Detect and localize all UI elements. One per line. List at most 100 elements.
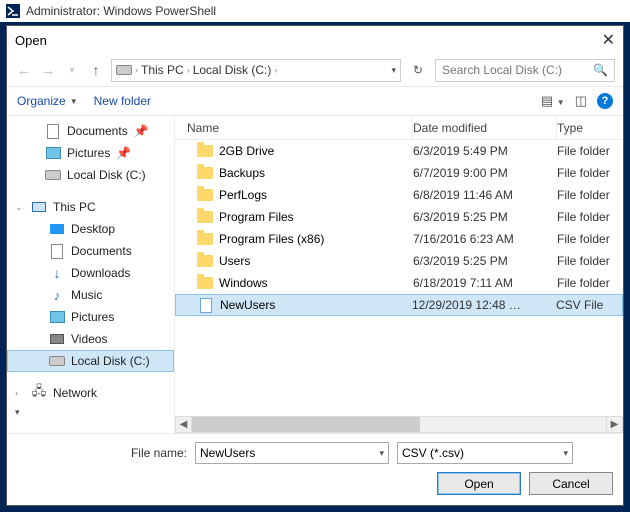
sidebar-item-downloads[interactable]: ↓ Downloads bbox=[7, 262, 174, 284]
dialog-titlebar: Open ✕ bbox=[7, 26, 623, 54]
pin-icon: 📌 bbox=[134, 124, 149, 138]
column-headers: Name Date modified Type bbox=[175, 116, 623, 140]
column-header-date[interactable]: Date modified bbox=[413, 116, 557, 139]
powershell-icon bbox=[6, 4, 20, 18]
search-input[interactable] bbox=[442, 63, 592, 77]
folder-icon bbox=[197, 253, 213, 269]
file-name: Program Files (x86) bbox=[219, 232, 324, 246]
new-folder-button[interactable]: New folder bbox=[94, 94, 151, 108]
file-type: File folder bbox=[557, 232, 623, 246]
preview-pane-button[interactable]: ◫ bbox=[575, 93, 587, 109]
file-type: File folder bbox=[557, 276, 623, 290]
file-date: 12/29/2019 12:48 … bbox=[412, 298, 556, 312]
close-icon[interactable]: ✕ bbox=[602, 30, 615, 50]
pin-icon: 📌 bbox=[116, 146, 131, 160]
pictures-icon bbox=[45, 145, 61, 161]
chevron-down-icon[interactable]: ▾ bbox=[379, 448, 384, 459]
disk-icon bbox=[49, 353, 65, 369]
view-options-button[interactable]: ▤ ▼ bbox=[541, 93, 565, 109]
forward-button[interactable]: → bbox=[39, 62, 57, 79]
file-date: 6/3/2019 5:49 PM bbox=[413, 144, 557, 158]
file-row[interactable]: NewUsers12/29/2019 12:48 …CSV File bbox=[175, 294, 623, 316]
sidebar-item-quick-disk[interactable]: Local Disk (C:) bbox=[7, 164, 174, 186]
powershell-title-text: Administrator: Windows PowerShell bbox=[26, 4, 216, 18]
search-box[interactable]: 🔍 bbox=[435, 59, 615, 82]
file-name: PerfLogs bbox=[219, 188, 267, 202]
chevron-down-icon[interactable]: ▾ bbox=[563, 448, 568, 459]
chevron-right-icon: › bbox=[187, 65, 190, 75]
filename-input[interactable]: NewUsers ▾ bbox=[195, 442, 389, 464]
address-dropdown-icon[interactable]: ▾ bbox=[391, 65, 396, 76]
disk-icon bbox=[45, 167, 61, 183]
column-header-type[interactable]: Type bbox=[557, 116, 623, 139]
breadcrumb-disk[interactable]: Local Disk (C:) bbox=[193, 63, 272, 77]
file-date: 6/3/2019 5:25 PM bbox=[413, 210, 557, 224]
file-row[interactable]: 2GB Drive6/3/2019 5:49 PMFile folder bbox=[175, 140, 623, 162]
file-row[interactable]: Program Files6/3/2019 5:25 PMFile folder bbox=[175, 206, 623, 228]
file-row[interactable]: Users6/3/2019 5:25 PMFile folder bbox=[175, 250, 623, 272]
file-date: 6/7/2019 9:00 PM bbox=[413, 166, 557, 180]
file-name: Windows bbox=[219, 276, 268, 290]
powershell-titlebar: Administrator: Windows PowerShell bbox=[0, 0, 630, 22]
file-date: 6/18/2019 7:11 AM bbox=[413, 276, 557, 290]
open-dialog: Open ✕ ← → ▾ ↑ › This PC › Local Disk (C… bbox=[6, 25, 624, 506]
open-button[interactable]: Open bbox=[437, 472, 521, 495]
file-type: File folder bbox=[557, 144, 623, 158]
search-icon: 🔍 bbox=[593, 63, 608, 77]
folder-icon bbox=[197, 231, 213, 247]
scrollbar-thumb[interactable] bbox=[192, 417, 420, 432]
file-name: Users bbox=[219, 254, 250, 268]
sidebar-item-pictures[interactable]: Pictures 📌 bbox=[7, 142, 174, 164]
sidebar-item-local-disk[interactable]: Local Disk (C:) bbox=[7, 350, 174, 372]
sidebar-item-music[interactable]: ♪ Music bbox=[7, 284, 174, 306]
file-date: 6/8/2019 11:46 AM bbox=[413, 188, 557, 202]
filename-label: File name: bbox=[17, 446, 187, 460]
sidebar-item-desktop[interactable]: Desktop bbox=[7, 218, 174, 240]
organize-button[interactable]: Organize ▼ bbox=[17, 94, 78, 108]
recent-dropdown-icon[interactable]: ▾ bbox=[63, 65, 81, 76]
chevron-down-icon[interactable]: ▾ bbox=[15, 407, 20, 418]
csv-file-icon bbox=[198, 297, 214, 313]
videos-icon bbox=[49, 331, 65, 347]
downloads-icon: ↓ bbox=[49, 265, 65, 281]
sidebar-item-documents-pc[interactable]: Documents bbox=[7, 240, 174, 262]
cancel-button[interactable]: Cancel bbox=[529, 472, 613, 495]
navigation-pane: Documents 📌 Pictures 📌 Local Disk (C:) ⌄… bbox=[7, 116, 175, 433]
sidebar-item-documents[interactable]: Documents 📌 bbox=[7, 120, 174, 142]
refresh-button[interactable]: ↻ bbox=[407, 59, 429, 82]
scroll-left-icon[interactable]: ◀ bbox=[175, 416, 192, 433]
expand-icon[interactable]: › bbox=[15, 388, 18, 398]
file-type: File folder bbox=[557, 188, 623, 202]
folder-icon bbox=[197, 209, 213, 225]
file-row[interactable]: Windows 6/18/2019 7:11 AMFile folder bbox=[175, 272, 623, 294]
filetype-filter[interactable]: CSV (*.csv) ▾ bbox=[397, 442, 573, 464]
chevron-right-icon: › bbox=[135, 65, 138, 75]
scroll-right-icon[interactable]: ▶ bbox=[606, 416, 623, 433]
address-bar[interactable]: › This PC › Local Disk (C:) › ▾ bbox=[111, 59, 401, 82]
chevron-down-icon: ▼ bbox=[70, 97, 78, 106]
column-header-name[interactable]: Name bbox=[175, 116, 413, 139]
file-row[interactable]: PerfLogs 6/8/2019 11:46 AMFile folder bbox=[175, 184, 623, 206]
sidebar-item-thispc[interactable]: ⌄ This PC bbox=[7, 196, 174, 218]
file-type: File folder bbox=[557, 210, 623, 224]
sidebar-item-pictures-pc[interactable]: Pictures bbox=[7, 306, 174, 328]
chevron-right-icon: › bbox=[274, 65, 277, 75]
back-button[interactable]: ← bbox=[15, 62, 33, 79]
folder-icon bbox=[197, 275, 213, 291]
expand-icon[interactable]: ⌄ bbox=[15, 202, 23, 213]
music-icon: ♪ bbox=[49, 287, 65, 303]
folder-icon bbox=[197, 143, 213, 159]
file-row[interactable]: Program Files (x86) 7/16/2016 6:23 AMFile… bbox=[175, 228, 623, 250]
file-type: File folder bbox=[557, 166, 623, 180]
file-date: 7/16/2016 6:23 AM bbox=[413, 232, 557, 246]
breadcrumb-thispc[interactable]: This PC bbox=[141, 63, 184, 77]
dialog-title: Open bbox=[15, 33, 47, 48]
sidebar-item-network[interactable]: › 🖧 Network bbox=[7, 382, 174, 404]
up-button[interactable]: ↑ bbox=[87, 62, 105, 78]
horizontal-scrollbar[interactable]: ◀ ▶ bbox=[175, 416, 623, 433]
file-date: 6/3/2019 5:25 PM bbox=[413, 254, 557, 268]
help-icon[interactable]: ? bbox=[597, 93, 613, 109]
sidebar-item-videos[interactable]: Videos bbox=[7, 328, 174, 350]
file-row[interactable]: Backups6/7/2019 9:00 PMFile folder bbox=[175, 162, 623, 184]
folder-icon bbox=[197, 187, 213, 203]
